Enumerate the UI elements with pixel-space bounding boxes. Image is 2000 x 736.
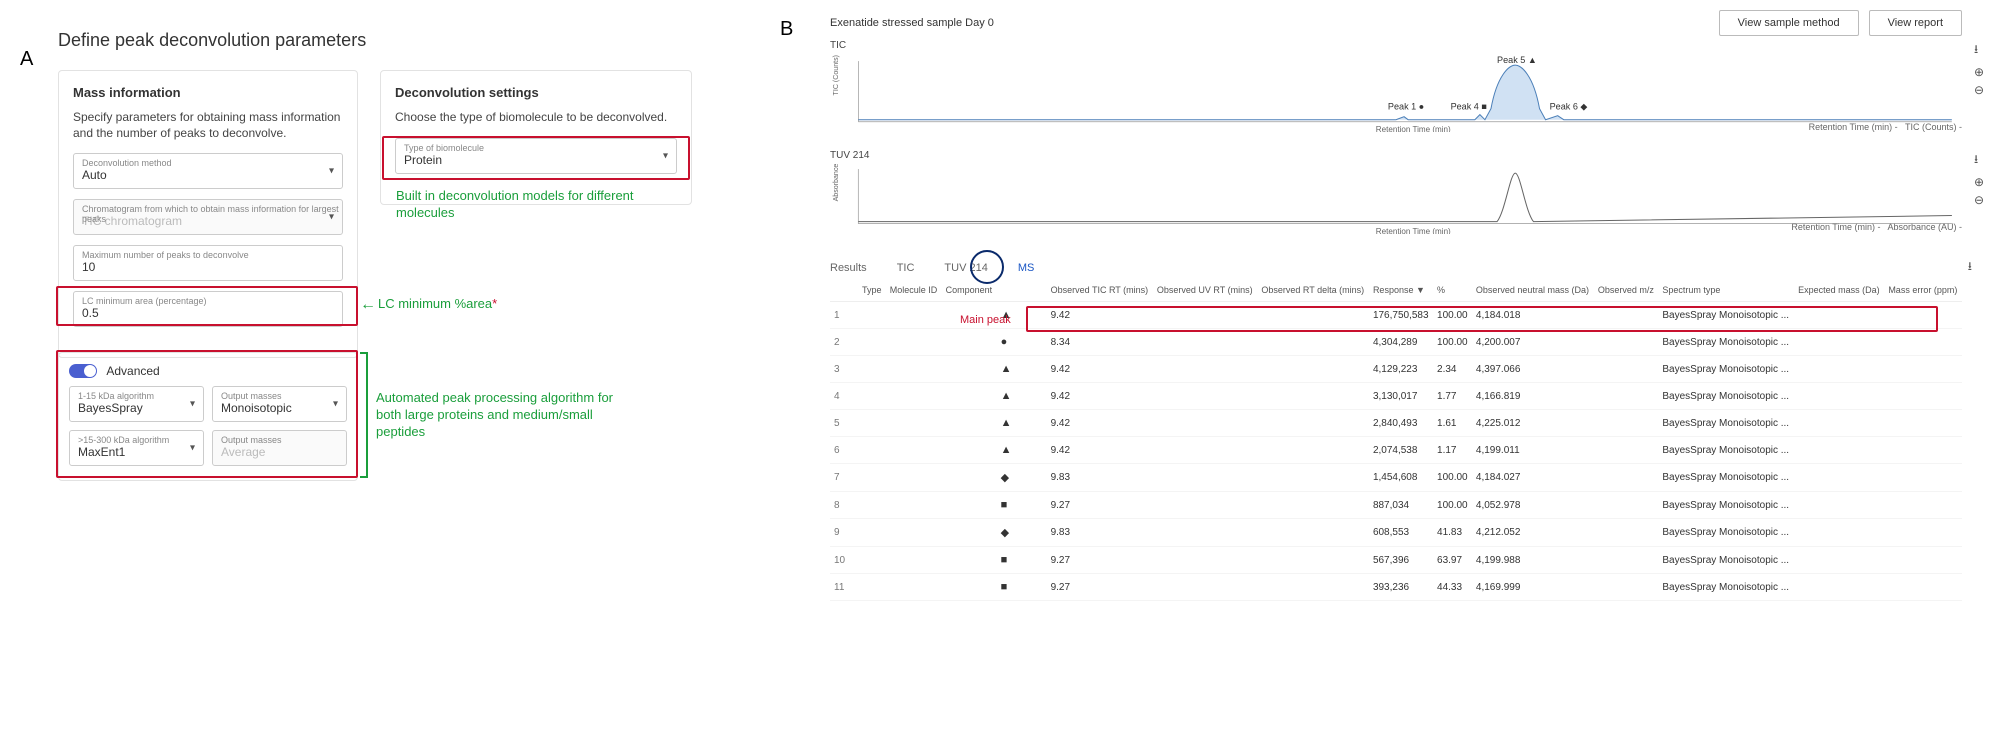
advanced-heading: Advanced: [106, 364, 159, 378]
algo-15-300-field[interactable]: >15-300 kDa algorithm MaxEnt1 ▾: [69, 430, 204, 466]
decon-heading: Deconvolution settings: [395, 85, 677, 100]
table-row[interactable]: 2●8.344,304,289100.004,200.007BayesSpray…: [830, 329, 1962, 356]
download-icon[interactable]: ⭳: [1974, 150, 1984, 171]
max-peaks-label: Maximum number of peaks to deconvolve: [82, 250, 249, 260]
chromatogram-field[interactable]: Chromatogram from which to obtain mass i…: [73, 199, 343, 235]
panel-b-tag: B: [780, 18, 793, 41]
zoom-out-icon[interactable]: ⊖: [1974, 83, 1984, 97]
tuv-label: TUV 214: [830, 150, 1962, 161]
mass-info-heading: Mass information: [73, 85, 343, 100]
view-report-button[interactable]: View report: [1869, 10, 1962, 36]
decon-settings-card: Deconvolution settings Choose the type o…: [380, 70, 692, 205]
results-table: Type Molecule ID Component Observed TIC …: [830, 280, 1962, 602]
decon-method-label: Deconvolution method: [82, 158, 172, 168]
svg-text:Peak 1 ●: Peak 1 ●: [1388, 102, 1424, 112]
main-peak-label: Main peak: [960, 314, 1011, 326]
chevron-down-icon: ▾: [329, 212, 334, 223]
table-row[interactable]: 8■9.27887,034100.004,052.978BayesSpray M…: [830, 492, 1962, 519]
panel-a-tag: A: [20, 48, 33, 71]
lc-min-field[interactable]: LC minimum area (percentage) 0.5: [73, 291, 343, 327]
tic-label: TIC: [830, 40, 1962, 51]
circle-annotation: [970, 250, 1004, 284]
max-peaks-field[interactable]: Maximum number of peaks to deconvolve 10: [73, 245, 343, 281]
zoom-in-icon[interactable]: ⊕: [1974, 65, 1984, 79]
arrow-left-icon: ←: [360, 296, 376, 314]
sample-title: Exenatide stressed sample Day 0: [830, 17, 994, 29]
tabs-row: Results TIC TUV 214 MS ⭳: [790, 256, 1990, 280]
biomolecule-type-label: Type of biomolecule: [404, 143, 484, 153]
table-row[interactable]: 7◆9.831,454,608100.004,184.027BayesSpray…: [830, 464, 1962, 492]
lc-min-value: 0.5: [82, 306, 99, 320]
chevron-down-icon: ▾: [190, 398, 195, 409]
panel-a: A Define peak deconvolution parameters: [38, 30, 758, 69]
zoom-in-icon[interactable]: ⊕: [1974, 175, 1984, 189]
bracket-icon: [360, 352, 368, 478]
table-row[interactable]: 9◆9.83608,55341.834,212.052BayesSpray Mo…: [830, 519, 1962, 547]
download-icon[interactable]: ⭳: [1968, 257, 1972, 278]
svg-text:Retention Time (min): Retention Time (min): [1376, 227, 1451, 234]
mass-info-desc: Specify parameters for obtaining mass in…: [73, 110, 343, 141]
svg-text:Absorbance (AU): Absorbance (AU): [833, 163, 840, 201]
algo-1-15-field[interactable]: 1-15 kDa algorithm BayesSpray ▾: [69, 386, 204, 422]
chevron-down-icon: ▾: [663, 150, 668, 161]
panel-b-header: Exenatide stressed sample Day 0 View sam…: [790, 0, 1990, 40]
tic-legend-y: TIC (Counts) -: [1905, 122, 1962, 132]
output-masses-1-field[interactable]: Output masses Monoisotopic ▾: [212, 386, 347, 422]
mass-info-card: Mass information Specify parameters for …: [58, 70, 358, 358]
table-header-row: Type Molecule ID Component Observed TIC …: [830, 280, 1962, 302]
tuv-chart-area: TUV 214 Retention Time (min) Absorbance …: [830, 150, 1962, 234]
table-row[interactable]: 3▲9.424,129,2232.344,397.066BayesSpray M…: [830, 356, 1962, 383]
biomolecule-type-value: Protein: [404, 153, 442, 167]
svg-text:Retention Time (min): Retention Time (min): [1376, 125, 1451, 132]
tic-legend-x: Retention Time (min) -: [1809, 122, 1898, 132]
tuv-legend-x: Retention Time (min) -: [1791, 222, 1880, 232]
download-icon[interactable]: ⭳: [1974, 40, 1984, 61]
table-row[interactable]: 11■9.27393,23644.334,169.999BayesSpray M…: [830, 574, 1962, 601]
tic-chart[interactable]: Peak 1 ● Peak 4 ■ Peak 5 ▲ Peak 6 ◆ Rete…: [830, 53, 1962, 132]
decon-method-field[interactable]: Deconvolution method Auto ▾: [73, 153, 343, 189]
tab-tic[interactable]: TIC: [897, 262, 915, 274]
chevron-down-icon: ▾: [329, 166, 334, 177]
annot-lcmin: LC minimum %area*: [378, 296, 497, 311]
panel-b: B Exenatide stressed sample Day 0 View s…: [790, 0, 1990, 736]
table-row[interactable]: 6▲9.422,074,5381.174,199.011BayesSpray M…: [830, 437, 1962, 464]
tic-chart-area: TIC Peak 1 ● Peak 4 ■ Peak 5 ▲ Peak 6 ◆ …: [830, 40, 1962, 132]
table-row[interactable]: 10■9.27567,39663.974,199.988BayesSpray M…: [830, 547, 1962, 574]
decon-method-value: Auto: [82, 168, 107, 182]
table-row[interactable]: 4▲9.423,130,0171.774,166.819BayesSpray M…: [830, 383, 1962, 410]
decon-desc: Choose the type of biomolecule to be dec…: [395, 110, 677, 126]
page-title-a: Define peak deconvolution parameters: [58, 30, 758, 51]
annot-builtin: Built in deconvolution models for differ…: [396, 188, 676, 222]
max-peaks-value: 10: [82, 260, 95, 274]
view-method-button[interactable]: View sample method: [1719, 10, 1859, 36]
chevron-down-icon: ▾: [190, 442, 195, 453]
svg-text:Peak 4 ■: Peak 4 ■: [1451, 102, 1487, 112]
lc-min-label: LC minimum area (percentage): [82, 296, 207, 306]
zoom-out-icon[interactable]: ⊖: [1974, 193, 1984, 207]
advanced-card: Advanced 1-15 kDa algorithm BayesSpray ▾…: [58, 352, 358, 481]
advanced-toggle[interactable]: [69, 364, 97, 378]
tab-results[interactable]: Results: [830, 262, 867, 274]
annot-autopeak: Automated peak processing algorithm for …: [376, 390, 636, 441]
table-row[interactable]: 5▲9.422,840,4931.614,225.012BayesSpray M…: [830, 410, 1962, 437]
biomolecule-type-field[interactable]: Type of biomolecule Protein ▾: [395, 138, 677, 174]
output-masses-2-field: Output masses Average: [212, 430, 347, 466]
svg-text:Peak 6 ◆: Peak 6 ◆: [1550, 102, 1588, 112]
svg-text:TIC (Counts): TIC (Counts): [833, 55, 840, 95]
tab-ms[interactable]: MS: [1018, 262, 1035, 274]
svg-text:Peak 5 ▲: Peak 5 ▲: [1497, 55, 1537, 65]
chrom-label: Chromatogram from which to obtain mass i…: [82, 204, 342, 224]
tuv-legend-y: Absorbance (AU) -: [1887, 222, 1962, 232]
chevron-down-icon: ▾: [333, 398, 338, 409]
